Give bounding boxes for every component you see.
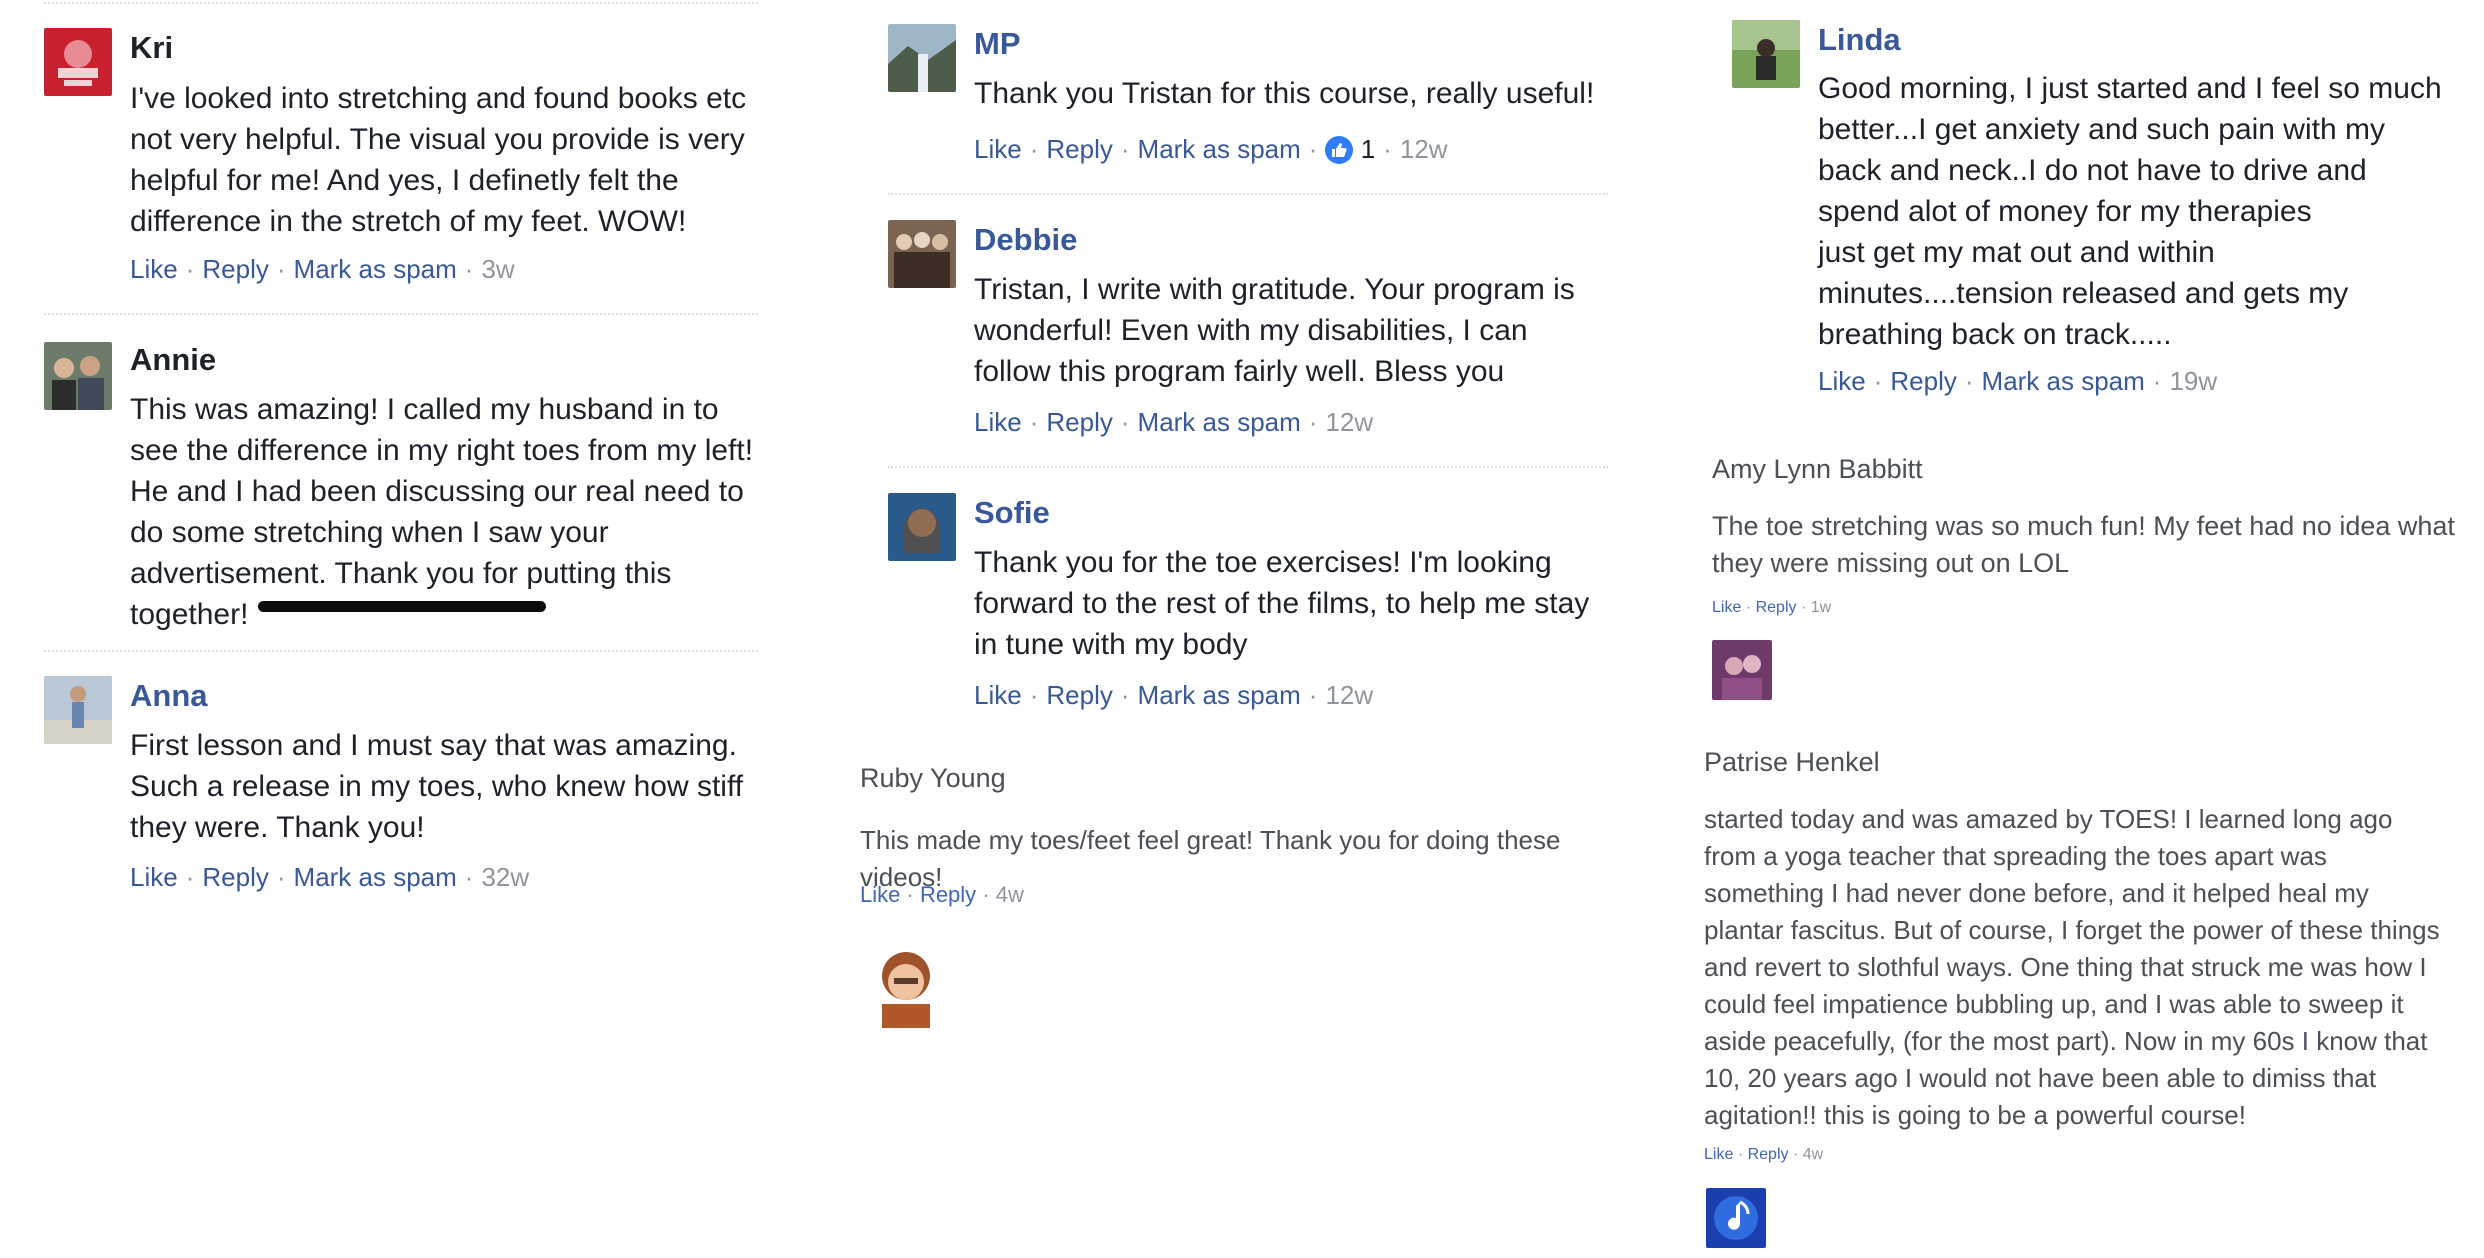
reply-link[interactable]: Reply <box>1748 1146 1789 1163</box>
top-divider <box>44 2 758 4</box>
landscape-photo-icon <box>888 24 956 92</box>
like-link[interactable]: Like <box>1712 599 1741 616</box>
like-link[interactable]: Like <box>1818 366 1866 396</box>
reply-link[interactable]: Reply <box>1046 134 1112 164</box>
comment-text: Good morning, I just started and I feel … <box>1818 72 2442 351</box>
mark-as-spam-link[interactable]: Mark as spam <box>1982 366 2145 396</box>
comment-actions: Like · Reply · Mark as spam · 12w <box>974 680 1374 710</box>
commenter-name[interactable]: Sofie <box>974 495 1050 531</box>
comment-actions: Like · Reply · 4w <box>860 882 1024 907</box>
timestamp[interactable]: 4w <box>996 882 1024 907</box>
commenter-name[interactable]: Annie <box>130 342 216 378</box>
profile-photo-icon <box>888 493 956 561</box>
timestamp[interactable]: 12w <box>1325 407 1373 437</box>
comment-actions: Like · Reply · Mark as spam · 19w <box>1818 366 2218 396</box>
like-link[interactable]: Like <box>130 254 178 284</box>
mark-as-spam-link[interactable]: Mark as spam <box>1138 407 1301 437</box>
commenter-name[interactable]: Ruby Young <box>860 762 1006 794</box>
reply-link[interactable]: Reply <box>202 254 268 284</box>
avatar-amy-lynn-babbitt[interactable] <box>1712 640 1772 700</box>
avatar-linda[interactable] <box>1732 20 1800 88</box>
profile-photo-icon <box>1732 20 1800 88</box>
avatar-anna[interactable] <box>44 676 112 744</box>
avatar-annie[interactable] <box>44 342 112 410</box>
profile-photo-icon <box>44 342 112 410</box>
comment-divider <box>888 193 1608 195</box>
mark-as-spam-link[interactable]: Mark as spam <box>1138 134 1301 164</box>
profile-photo-icon <box>888 220 956 288</box>
timestamp[interactable]: 32w <box>481 862 529 892</box>
comment-divider <box>44 313 758 315</box>
comment-actions: Like · Reply · Mark as spam · 3w <box>130 254 515 284</box>
like-link[interactable]: Like <box>974 407 1022 437</box>
like-link[interactable]: Like <box>974 680 1022 710</box>
commenter-name[interactable]: Linda <box>1818 22 1901 58</box>
comment-text: The toe stretching was so much fun! My f… <box>1712 511 2455 578</box>
timestamp[interactable]: 4w <box>1803 1146 1823 1163</box>
reply-link[interactable]: Reply <box>1756 599 1797 616</box>
comment-text: I've looked into stretching and found bo… <box>130 82 747 238</box>
reply-link[interactable]: Reply <box>1890 366 1956 396</box>
timestamp[interactable]: 19w <box>2169 366 2217 396</box>
like-link[interactable]: Like <box>860 882 900 907</box>
like-link[interactable]: Like <box>1704 1146 1733 1163</box>
comment-text: Tristan, I write with gratitude. Your pr… <box>974 273 1575 388</box>
comment-divider <box>888 466 1608 468</box>
timestamp[interactable]: 1w <box>1811 599 1831 616</box>
comment-text: First lesson and I must say that was ama… <box>130 729 744 844</box>
commenter-name[interactable]: MP <box>974 26 1021 62</box>
timestamp[interactable]: 3w <box>481 254 514 284</box>
comment-actions: Like · Reply · 4w <box>1704 1146 1824 1163</box>
music-note-icon <box>1706 1188 1766 1248</box>
avatar-mp[interactable] <box>888 24 956 92</box>
profile-photo-icon <box>862 940 950 1028</box>
avatar-kri[interactable] <box>44 28 112 96</box>
commenter-name[interactable]: Kri <box>130 30 173 66</box>
reaction-count[interactable]: 1 <box>1361 134 1375 164</box>
redaction-bar <box>258 601 546 612</box>
avatar-patrise-henkel[interactable] <box>1706 1188 1766 1248</box>
comment-actions: Like · Reply · Mark as spam · 12w <box>974 407 1374 437</box>
comment-actions: Like · Reply · Mark as spam · 1 · 12w <box>974 134 1448 164</box>
comment-divider <box>44 650 758 652</box>
avatar-ruby-young[interactable] <box>862 940 950 1028</box>
mark-as-spam-link[interactable]: Mark as spam <box>294 862 457 892</box>
commenter-name[interactable]: Debbie <box>974 222 1077 258</box>
comment-text: Thank you for the toe exercises! I'm loo… <box>974 546 1590 661</box>
commenter-name[interactable]: Amy Lynn Babbitt <box>1712 453 1923 485</box>
thumbs-up-icon[interactable] <box>1325 136 1354 164</box>
avatar-debbie[interactable] <box>888 220 956 288</box>
like-link[interactable]: Like <box>974 134 1022 164</box>
mark-as-spam-link[interactable]: Mark as spam <box>1138 680 1301 710</box>
comment-actions: Like · Reply · Mark as spam · 32w <box>130 862 530 892</box>
mark-as-spam-link[interactable]: Mark as spam <box>294 254 457 284</box>
reply-link[interactable]: Reply <box>1046 407 1112 437</box>
reply-link[interactable]: Reply <box>1046 680 1112 710</box>
profile-photo-icon <box>44 28 112 96</box>
timestamp[interactable]: 12w <box>1400 134 1448 164</box>
reply-link[interactable]: Reply <box>920 882 976 907</box>
comment-text: started today and was amazed by TOES! I … <box>1704 804 2440 1130</box>
reply-link[interactable]: Reply <box>202 862 268 892</box>
comment-text: This was amazing! I called my husband in… <box>130 393 754 631</box>
commenter-name[interactable]: Patrise Henkel <box>1704 746 1880 778</box>
timestamp[interactable]: 12w <box>1325 680 1373 710</box>
comment-text: Thank you Tristan for this course, reall… <box>974 77 1595 110</box>
comment-actions: Like · Reply · 1w <box>1712 599 1832 616</box>
like-link[interactable]: Like <box>130 862 178 892</box>
profile-photo-icon <box>1712 640 1772 700</box>
avatar-sofie[interactable] <box>888 493 956 561</box>
commenter-name[interactable]: Anna <box>130 678 208 714</box>
profile-photo-icon <box>44 676 112 744</box>
